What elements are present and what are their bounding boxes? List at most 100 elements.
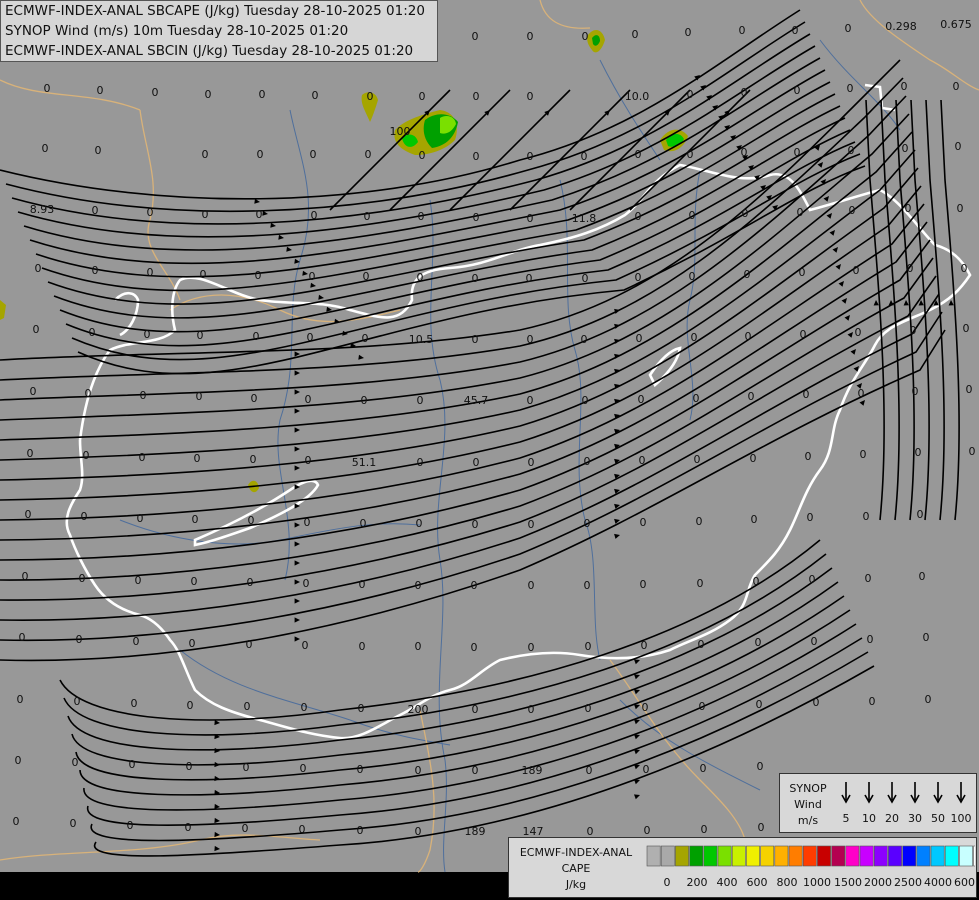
grid-value-label: 0 [191,575,198,588]
grid-value-label: 0 [196,390,203,403]
grid-value-label: 0 [739,24,746,37]
grid-value-label: 0 [584,455,591,468]
grid-value-label: 0 [189,637,196,650]
grid-value-label: 0 [185,821,192,834]
wind-legend: SYNOP Wind m/s 5 10 20 30 50 100 [779,773,977,833]
title-panel: ECMWF-INDEX-ANAL SBCAPE (J/kg) Tuesday 2… [0,0,438,62]
grid-value-label: 0 [259,88,266,101]
grid-value-label: 0 [472,30,479,43]
grid-value-label: 0 [848,144,855,157]
cape-color-swatch [859,845,874,867]
grid-value-label: 0 [70,817,77,830]
grid-value-label: 51.1 [352,456,377,469]
grid-value-label: 0 [527,333,534,346]
cape-scale-tick: 4000 [924,876,952,889]
grid-value-label: 0 [689,209,696,222]
grid-value-label: 0 [242,822,249,835]
grid-value-label: 0 [131,697,138,710]
grid-value-label: 0 [641,639,648,652]
grid-value-label: 0 [472,764,479,777]
grid-value-label: 0 [635,148,642,161]
grid-value-label: 0 [44,82,51,95]
grid-value-label: 0 [528,641,535,654]
grid-value-label: 0 [472,333,479,346]
grid-value-label: 0 [693,392,700,405]
grid-value-label: 189 [465,825,486,838]
cape-legend: ECMWF-INDEX-ANAL CAPE J/kg 0 200 400 600 800… [508,837,977,898]
grid-value-label: 0 [33,323,40,336]
grid-value-label: 0 [197,329,204,342]
grid-value-label: 0 [363,270,370,283]
grid-value-label: 0 [755,636,762,649]
map-canvas: 0 0 0 0 0 0 0 0 0 10.0 0 0 0 0 0 0 0 0 0 0 0 0 0 0 0.298 0.675 0 0 0… [0,0,979,900]
grid-value-label: 200 [408,703,429,716]
grid-value-label: 0 [635,210,642,223]
grid-value-label: 0 [744,268,751,281]
grid-value-label: 0 [255,269,262,282]
grid-value-label: 0 [910,324,917,337]
grid-value-label: 0 [92,264,99,277]
grid-value-label: 0 [358,702,365,715]
grid-value-label: 0 [919,570,926,583]
grid-value-label: 0 [194,452,201,465]
cape-color-swatch [717,845,732,867]
grid-value-label: 0 [741,146,748,159]
grid-value-label: 0 [635,271,642,284]
grid-value-label: 0 [963,322,970,335]
grid-value-label: 0 [202,208,209,221]
grid-value-label: 0 [357,824,364,837]
grid-value-label: 0 [845,22,852,35]
grid-value-label: 0 [301,701,308,714]
grid-value-label: 0 [901,80,908,93]
cape-color-swatch [703,845,718,867]
grid-value-label: 0 [813,696,820,709]
cape-color-swatch [788,845,803,867]
grid-value-label: 0 [307,331,314,344]
grid-value-label: 0 [303,577,310,590]
grid-value-label: 0 [359,578,366,591]
grid-value-label: 0 [687,148,694,161]
cape-value-label: 0 [367,90,374,103]
cape-scale-tick: 0 [664,876,671,889]
cape-color-scale: 0 200 400 600 800 100015002000250040006000 [646,845,975,889]
grid-value-label: 0 [140,389,147,402]
grid-value-label: 0 [15,754,22,767]
wind-speed-label: 100 [951,812,972,825]
grid-value-label: 0 [416,517,423,530]
grid-value-label: 0 [792,24,799,37]
grid-value-label: 0 [528,703,535,716]
grid-value-label: 0 [527,212,534,225]
grid-value-label: 0 [360,517,367,530]
grid-value-label: 0 [800,328,807,341]
grid-value-label: 0 [969,445,976,458]
grid-value-label: 0 [472,272,479,285]
wind-legend-unit: m/s [797,814,819,827]
grid-value-label: 0 [526,272,533,285]
grid-value-label: 0 [81,510,88,523]
grid-value-label: 0 [243,761,250,774]
grid-value-label: 0 [473,150,480,163]
grid-value-label: 0 [805,450,812,463]
grid-value-label: 0 [17,693,24,706]
grid-value-label: 0 [756,698,763,711]
grid-value-label: 0 [471,641,478,654]
grid-value-label: 8.93 [30,203,55,216]
grid-value-label: 0 [758,821,765,834]
grid-value-label: 0 [584,579,591,592]
cape-color-swatch [930,845,945,867]
grid-value-label: 0 [304,516,311,529]
cape-color-swatch [731,845,746,867]
grid-value-label: 0 [362,332,369,345]
wind-arrow-icons: 5 10 20 30 50 100 [841,782,972,825]
grid-value-label: 0 [750,452,757,465]
grid-value-label: 0 [357,763,364,776]
wind-legend-label: Wind [794,798,822,811]
grid-value-label: 0 [748,390,755,403]
grid-value-label: 0 [152,86,159,99]
grid-value-label: 0 [147,206,154,219]
grid-value-label: 0 [581,150,588,163]
grid-value-label: 0 [418,210,425,223]
grid-value-label: 0 [917,508,924,521]
grid-value-label: 0 [19,631,26,644]
grid-value-label: 0 [811,635,818,648]
